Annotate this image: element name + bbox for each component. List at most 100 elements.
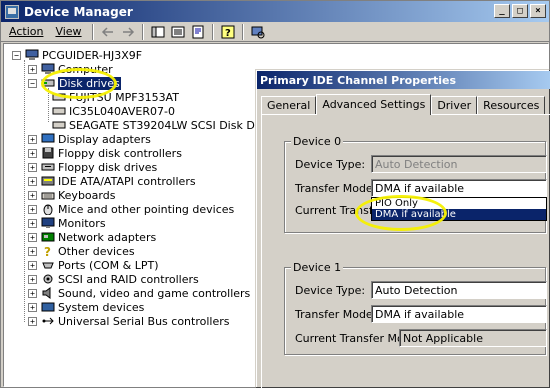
expand-icon[interactable]: +: [28, 176, 37, 186]
usb-icon: [42, 317, 54, 325]
device0-transfer-mode-label: Transfer Mode:: [295, 182, 377, 195]
ide-controller-icon: [41, 176, 55, 186]
menu-view[interactable]: View: [49, 25, 87, 38]
mouse-icon: [43, 204, 53, 215]
expand-icon[interactable]: +: [28, 274, 37, 284]
expand-icon[interactable]: +: [28, 316, 37, 326]
tree-item-ide-controllers[interactable]: + IDE ATA/ATAPI controllers: [28, 174, 196, 188]
tree-item-mice[interactable]: + Mice and other pointing devices: [28, 202, 234, 216]
display-adapter-icon: [41, 133, 55, 143]
tab-strip: General Advanced Settings Driver Resourc…: [261, 94, 546, 115]
device1-group-title: Device 1: [291, 261, 344, 274]
device1-transfer-mode-select[interactable]: DMA if available: [371, 305, 547, 323]
minimize-button[interactable]: _: [494, 4, 510, 18]
device1-device-type-select[interactable]: Auto Detection: [371, 281, 547, 299]
tree-item-usb[interactable]: + Universal Serial Bus controllers: [28, 314, 229, 328]
menu-action[interactable]: Action: [3, 25, 49, 38]
tree-item-ic35[interactable]: IC35L040AVER07-0: [52, 104, 175, 118]
toolbar-separator: [241, 23, 244, 40]
tree-item-label: Display adapters: [58, 132, 151, 146]
tree-item-label: Monitors: [58, 216, 106, 230]
device1-current-transfer-value: Not Applicable: [399, 329, 547, 347]
title-bar: Device Manager _ □ ×: [1, 1, 549, 22]
toolbar-separator: [211, 23, 214, 40]
scan-hardware-icon[interactable]: [249, 24, 267, 40]
tree-item-monitors[interactable]: + Monitors: [28, 216, 106, 230]
tab-advanced-settings[interactable]: Advanced Settings: [316, 94, 432, 115]
keyboard-icon: [41, 192, 55, 200]
console-tree-icon[interactable]: [149, 24, 167, 40]
expand-icon[interactable]: +: [28, 288, 37, 298]
port-icon: [42, 262, 54, 269]
tree-item-label: System devices: [58, 300, 145, 314]
floppy-controller-icon: [42, 147, 54, 159]
tree-item-keyboards[interactable]: + Keyboards: [28, 188, 115, 202]
tree-root[interactable]: − PCGUIDER-HJ3X9F: [12, 48, 142, 62]
tree-item-display-adapters[interactable]: + Display adapters: [28, 132, 151, 146]
expand-icon[interactable]: +: [28, 302, 37, 312]
tree-item-label: Mice and other pointing devices: [58, 202, 235, 216]
expand-icon[interactable]: +: [28, 190, 37, 200]
dialog-title-bar: Primary IDE Channel Properties: [257, 71, 550, 89]
tree-item-label: Network adapters: [58, 230, 157, 244]
device1-device-type-label: Device Type:: [295, 284, 366, 297]
help-icon[interactable]: ?: [219, 24, 237, 40]
expand-icon[interactable]: +: [28, 260, 37, 270]
device1-group: Device 1 Device Type: Auto Detection Tra…: [284, 261, 547, 355]
expand-icon[interactable]: +: [28, 64, 37, 74]
toolbar: Action View ?: [1, 22, 549, 42]
svg-text:?: ?: [44, 245, 51, 257]
properties-icon[interactable]: [189, 24, 207, 40]
tree-item-label: Floppy disk controllers: [58, 146, 182, 160]
expand-icon[interactable]: +: [28, 218, 37, 228]
expand-icon[interactable]: +: [28, 204, 37, 214]
back-arrow-icon[interactable]: [99, 24, 117, 40]
collapse-icon[interactable]: −: [12, 50, 21, 60]
sound-icon: [42, 287, 51, 299]
tree-item-label: IC35L040AVER07-0: [69, 104, 175, 118]
tree-item-system-devices[interactable]: + System devices: [28, 300, 144, 314]
device1-transfer-mode-label: Transfer Mode:: [295, 308, 377, 321]
highlight-ring-disk-drives: [41, 68, 117, 99]
tab-resources[interactable]: Resources: [477, 96, 546, 114]
collapse-icon[interactable]: −: [28, 78, 37, 88]
menu-action-label: Action: [9, 25, 44, 38]
menu-view-label: View: [55, 25, 82, 38]
network-adapter-icon: [41, 232, 55, 242]
tab-driver[interactable]: Driver: [431, 96, 478, 114]
maximize-button[interactable]: □: [512, 4, 528, 18]
tree-item-floppy-drives[interactable]: + Floppy disk drives: [28, 160, 157, 174]
disk-icon: [52, 121, 66, 129]
tree-item-label: Keyboards: [58, 188, 116, 202]
monitor-icon: [41, 217, 55, 228]
tree-item-floppy-controllers[interactable]: + Floppy disk controllers: [28, 146, 182, 160]
expand-icon[interactable]: +: [28, 232, 37, 242]
expand-icon[interactable]: +: [28, 162, 37, 172]
tree-item-scsi[interactable]: + SCSI and RAID controllers: [28, 272, 199, 286]
tree-item-label: Universal Serial Bus controllers: [58, 314, 230, 328]
dialog-title: Primary IDE Channel Properties: [260, 73, 457, 87]
tree-item-seagate[interactable]: SEAGATE ST39204LW SCSI Disk Device: [52, 118, 284, 132]
system-device-icon: [41, 302, 55, 312]
list-view-icon[interactable]: [169, 24, 187, 40]
tree-item-label: Other devices: [58, 244, 135, 258]
forward-arrow-icon[interactable]: [119, 24, 137, 40]
tree-item-label: Floppy disk drives: [58, 160, 158, 174]
expand-icon[interactable]: +: [28, 148, 37, 158]
tree-item-other-devices[interactable]: + ? Other devices: [28, 244, 135, 258]
svg-text:?: ?: [225, 28, 231, 39]
tree-item-label: Sound, video and game controllers: [58, 286, 251, 300]
tab-general[interactable]: General: [261, 96, 317, 114]
expand-icon[interactable]: +: [28, 134, 37, 144]
tree-item-sound[interactable]: + Sound, video and game controllers: [28, 286, 250, 300]
tree-item-ports[interactable]: + Ports (COM & LPT): [28, 258, 159, 272]
device0-device-type-label: Device Type:: [295, 158, 366, 171]
close-button[interactable]: ×: [530, 4, 546, 18]
device0-group-title: Device 0: [291, 135, 344, 148]
tree-item-label: SEAGATE ST39204LW SCSI Disk Device: [69, 118, 284, 132]
tree-item-label: SCSI and RAID controllers: [58, 272, 199, 286]
tree-item-network-adapters[interactable]: + Network adapters: [28, 230, 156, 244]
advanced-settings-panel: Device 0 Device Type: Auto Detection Tra…: [261, 114, 550, 388]
expand-icon[interactable]: +: [28, 246, 37, 256]
toolbar-separator: [91, 23, 94, 40]
